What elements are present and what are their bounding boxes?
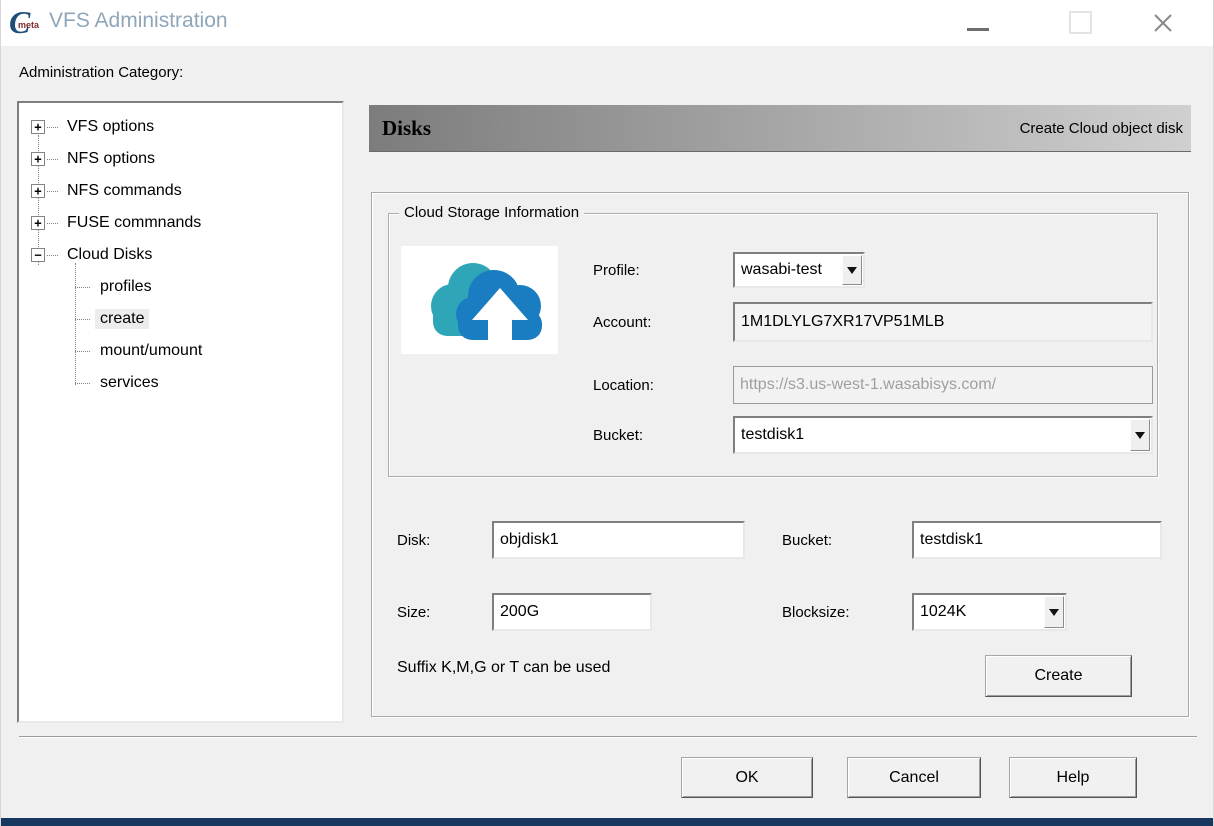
create-button[interactable]: Create: [985, 655, 1132, 697]
group-title: Cloud Storage Information: [399, 204, 584, 221]
dropdown-arrow-icon[interactable]: [842, 255, 862, 285]
profile-select[interactable]: wasabi-test: [733, 252, 865, 288]
tree-connector: [75, 351, 90, 352]
titlebar: C meta VFS Administration: [1, 0, 1213, 46]
administration-category-label: Administration Category:: [19, 64, 183, 81]
size-input[interactable]: [492, 593, 652, 631]
account-label: Account:: [593, 302, 651, 342]
window-bottom-border: [1, 818, 1213, 826]
cloud-upload-icon: [401, 246, 558, 354]
bucket-input-label: Bucket:: [782, 521, 832, 559]
tree-item-nfs-commands[interactable]: + NFS commands: [19, 175, 342, 207]
collapse-icon[interactable]: −: [31, 248, 45, 262]
close-button[interactable]: [1147, 8, 1179, 38]
bucket-input[interactable]: [912, 521, 1162, 559]
category-tree-body: + VFS options + NFS options + NFS commands + FU…: [19, 111, 342, 399]
expand-icon[interactable]: +: [31, 216, 45, 230]
blocksize-select[interactable]: 1024K: [912, 593, 1067, 631]
tree-item-vfs-options[interactable]: + VFS options: [19, 111, 342, 143]
expand-icon[interactable]: +: [31, 120, 45, 134]
tree-item-label: NFS options: [62, 149, 160, 169]
disk-input[interactable]: [492, 521, 745, 559]
size-label: Size:: [397, 593, 430, 631]
cancel-button[interactable]: Cancel: [847, 757, 981, 798]
blocksize-value: 1024K: [914, 603, 1043, 621]
tree-item-label: mount/umount: [95, 341, 207, 361]
tree-item-profiles[interactable]: profiles: [19, 271, 342, 303]
tree-item-label: NFS commands: [62, 181, 187, 201]
profile-value: wasabi-test: [735, 261, 841, 279]
dropdown-arrow-icon[interactable]: [1130, 419, 1150, 451]
account-field[interactable]: [733, 302, 1153, 342]
tree-connector: [47, 127, 58, 128]
tree-connector: [75, 319, 90, 320]
tree-item-label: VFS options: [62, 117, 159, 137]
app-logo-icon: C meta: [9, 4, 47, 42]
bucket-select-value: testdisk1: [735, 426, 1129, 444]
footer-separator: [19, 736, 1197, 738]
minimize-button[interactable]: [961, 8, 995, 38]
suffix-hint: Suffix K,M,G or T can be used: [397, 659, 610, 677]
expand-icon[interactable]: +: [31, 152, 45, 166]
window-title: VFS Administration: [49, 9, 228, 33]
tree-connector: [47, 159, 58, 160]
help-button[interactable]: Help: [1009, 757, 1137, 798]
bucket-select-label: Bucket:: [593, 416, 643, 454]
disks-frame: Cloud Storage Information: [371, 192, 1189, 717]
close-icon: [1151, 11, 1175, 35]
minimize-icon: [967, 28, 989, 31]
tree-connector: [75, 383, 90, 384]
tree-connector: [47, 223, 58, 224]
location-field[interactable]: [733, 366, 1153, 404]
tree-item-label: profiles: [95, 277, 157, 297]
ok-button[interactable]: OK: [681, 757, 813, 798]
tree-item-label: services: [95, 373, 164, 393]
cloud-storage-information-group: Cloud Storage Information: [388, 213, 1158, 477]
dropdown-arrow-icon[interactable]: [1044, 596, 1064, 628]
category-tree[interactable]: + VFS options + NFS options + NFS commands + FU…: [17, 101, 344, 723]
disk-label: Disk:: [397, 521, 430, 559]
tree-item-label: FUSE commnands: [62, 213, 206, 233]
tree-connector: [47, 255, 58, 256]
location-label: Location:: [593, 366, 654, 404]
tree-item-services[interactable]: services: [19, 367, 342, 399]
maximize-button[interactable]: [1069, 11, 1092, 34]
logo-subtext: meta: [18, 20, 39, 30]
tree-item-cloud-disks[interactable]: − Cloud Disks: [19, 239, 342, 271]
tree-connector: [47, 191, 58, 192]
panel-title: Disks: [369, 116, 431, 141]
panel-subtitle: Create Cloud object disk: [1020, 120, 1191, 137]
tree-item-mount-umount[interactable]: mount/umount: [19, 335, 342, 367]
panel-header: Disks Create Cloud object disk: [369, 105, 1191, 152]
tree-children: profiles create mount/umount services: [19, 271, 342, 399]
vfs-administration-window: C meta VFS Administration Administration…: [0, 0, 1214, 826]
tree-item-label: create: [95, 309, 149, 329]
expand-icon[interactable]: +: [31, 184, 45, 198]
tree-item-nfs-options[interactable]: + NFS options: [19, 143, 342, 175]
tree-item-fuse-commnands[interactable]: + FUSE commnands: [19, 207, 342, 239]
tree-connector: [75, 287, 90, 288]
profile-label: Profile:: [593, 252, 640, 288]
tree-item-label: Cloud Disks: [62, 245, 157, 265]
tree-item-create[interactable]: create: [19, 303, 342, 335]
bucket-select[interactable]: testdisk1: [733, 416, 1153, 454]
blocksize-label: Blocksize:: [782, 593, 850, 631]
